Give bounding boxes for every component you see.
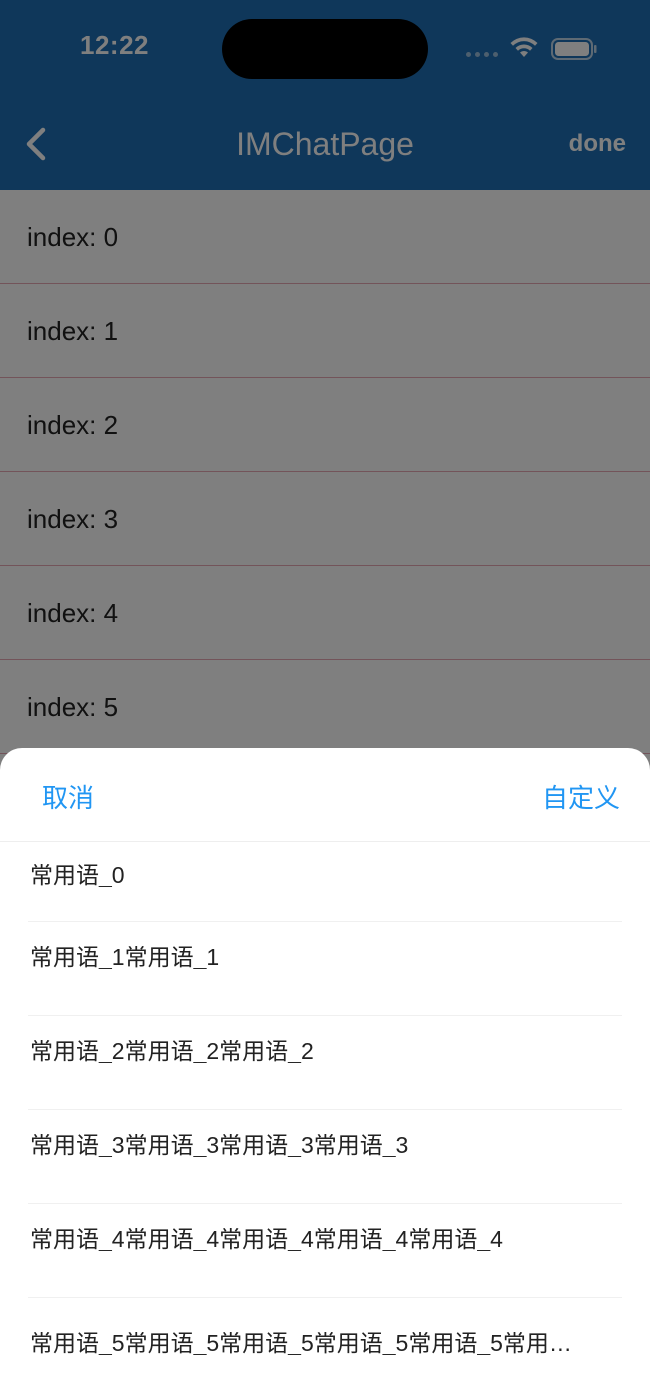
- phrase-item[interactable]: 常用语_3常用语_3常用语_3常用语_3: [28, 1110, 622, 1204]
- phrase-text: 常用语_2常用语_2常用语_2: [30, 1040, 314, 1063]
- phrase-text: 常用语_1常用语_1: [30, 946, 220, 969]
- phrase-item[interactable]: 常用语_0: [28, 842, 622, 922]
- phrase-text: 常用语_4常用语_4常用语_4常用语_4常用语_4: [30, 1228, 503, 1251]
- phrase-item[interactable]: 常用语_2常用语_2常用语_2: [28, 1016, 622, 1110]
- phrase-item[interactable]: 常用语_1常用语_1: [28, 922, 622, 1016]
- custom-button[interactable]: 自定义: [542, 778, 620, 815]
- phrase-item[interactable]: 常用语_5常用语_5常用语_5常用语_5常用语_5常用…: [28, 1298, 622, 1377]
- screen: 12:22 IMChatPage done: [0, 0, 650, 1377]
- phrase-text: 常用语_3常用语_3常用语_3常用语_3: [30, 1134, 409, 1157]
- cancel-button[interactable]: 取消: [42, 778, 94, 815]
- phrase-item[interactable]: 常用语_4常用语_4常用语_4常用语_4常用语_4: [28, 1204, 622, 1298]
- sheet-header: 取消 自定义: [0, 748, 650, 842]
- phrase-text: 常用语_0: [30, 864, 125, 887]
- phrase-list: 常用语_0 常用语_1常用语_1 常用语_2常用语_2常用语_2 常用语_3常用…: [0, 842, 650, 1377]
- common-phrases-sheet: 取消 自定义 常用语_0 常用语_1常用语_1 常用语_2常用语_2常用语_2 …: [0, 748, 650, 1377]
- phrase-text: 常用语_5常用语_5常用语_5常用语_5常用语_5常用…: [30, 1332, 572, 1355]
